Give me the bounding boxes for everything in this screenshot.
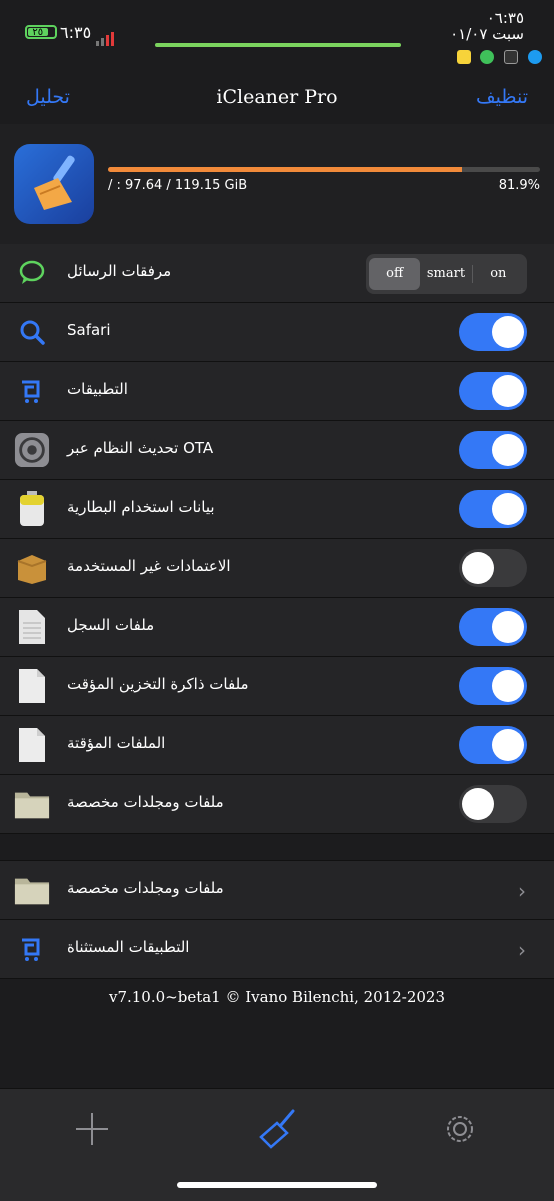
row-label: تحديث النظام عبر OTA — [67, 439, 214, 457]
cart-icon — [14, 931, 50, 967]
segment-smart[interactable]: smart — [420, 258, 471, 290]
row-label: الاعتمادات غير المستخدمة — [67, 557, 231, 575]
snapchat-icon — [456, 50, 471, 64]
list-item-log-files: ملفات السجل — [0, 598, 554, 657]
row-label: الملفات المؤقتة — [67, 734, 166, 752]
cleaning-options-list: مرفقات الرسائل off smart on Safari التطب… — [0, 244, 554, 834]
segment-off[interactable]: off — [369, 258, 421, 290]
cache-toggle[interactable] — [459, 667, 527, 705]
app-icon — [14, 144, 94, 224]
gear-icon — [447, 1116, 473, 1142]
list-item-battery-usage: بيانات استخدام البطارية — [0, 480, 554, 539]
list-item-cache-files: ملفات ذاكرة التخزين المؤقت — [0, 657, 554, 716]
row-label: ملفات ومجلدات مخصصة — [67, 879, 224, 897]
status-time-left: ٦:٣٥ — [60, 23, 92, 42]
folder-icon — [14, 786, 50, 822]
chevron-right-icon: › — [518, 879, 526, 903]
battery-icon: ٢٥ — [25, 25, 57, 39]
row-label: ملفات السجل — [67, 616, 155, 634]
home-indicator — [177, 1182, 377, 1188]
list-item-custom-files-config[interactable]: ملفات ومجلدات مخصصة › — [0, 861, 554, 920]
attachments-mode-segmented[interactable]: off smart on — [366, 254, 527, 294]
row-label: ملفات ومجلدات مخصصة — [67, 793, 224, 811]
list-item-excluded-apps[interactable]: التطبيقات المستثناة › — [0, 920, 554, 979]
list-item-safari: Safari — [0, 303, 554, 362]
storage-progress-fill — [108, 167, 462, 172]
tab-add[interactable] — [62, 1099, 122, 1159]
apps-toggle[interactable] — [459, 372, 527, 410]
clean-button[interactable]: تنظيف — [476, 86, 528, 108]
custom-files-toggle[interactable] — [459, 785, 527, 823]
tiktok-icon — [504, 50, 519, 64]
storage-summary: / : 97.64 / 119.15 GiB 81.9% — [0, 124, 554, 245]
plus-icon — [76, 1113, 108, 1145]
nav-bar: تحليل iCleaner Pro تنظيف — [0, 74, 554, 125]
row-label: التطبيقات — [67, 380, 128, 398]
battery-level: ٢٥ — [28, 28, 48, 38]
safari-toggle[interactable] — [459, 313, 527, 351]
segment-on[interactable]: on — [473, 258, 524, 290]
storage-progress-bar — [108, 167, 540, 172]
settings-gear-icon — [14, 432, 50, 468]
broom-icon — [34, 155, 75, 210]
row-label: مرفقات الرسائل — [67, 262, 172, 280]
whatsapp-icon — [480, 50, 495, 64]
package-icon — [14, 550, 50, 586]
configuration-list: ملفات ومجلدات مخصصة › التطبيقات المستثنا… — [0, 860, 554, 979]
blank-document-icon — [14, 727, 50, 763]
list-item-custom-files: ملفات ومجلدات مخصصة — [0, 775, 554, 834]
twitter-icon — [528, 50, 542, 64]
storage-percent: 81.9% — [498, 178, 540, 193]
dependencies-toggle[interactable] — [459, 549, 527, 587]
list-item-temp-files: الملفات المؤقتة — [0, 716, 554, 775]
list-item-message-attachments: مرفقات الرسائل off smart on — [0, 244, 554, 303]
log-files-toggle[interactable] — [459, 608, 527, 646]
list-item-unused-dependencies: الاعتمادات غير المستخدمة — [0, 539, 554, 598]
row-label: بيانات استخدام البطارية — [67, 498, 215, 516]
list-item-apps: التطبيقات — [0, 362, 554, 421]
status-bar: ٢٥ ٦:٣٥ ٠٦:٣٥ سبت ٠١/٠٧ — [0, 0, 554, 74]
blank-document-icon — [14, 668, 50, 704]
search-icon — [14, 314, 50, 350]
ota-toggle[interactable] — [459, 431, 527, 469]
status-progress — [155, 43, 401, 47]
status-time: ٠٦:٣٥ — [486, 9, 524, 27]
tab-settings[interactable] — [430, 1099, 490, 1159]
chevron-right-icon: › — [518, 938, 526, 962]
page-title: iCleaner Pro — [216, 86, 338, 108]
list-item-ota-update: تحديث النظام عبر OTA — [0, 421, 554, 480]
cart-icon — [14, 373, 50, 409]
row-label: Safari — [67, 321, 111, 339]
storage-usage-text: / : 97.64 / 119.15 GiB — [108, 178, 248, 193]
folder-icon — [14, 872, 50, 908]
battery-cell-icon — [14, 491, 50, 527]
battery-data-toggle[interactable] — [459, 490, 527, 528]
temp-files-toggle[interactable] — [459, 726, 527, 764]
message-icon — [14, 255, 50, 291]
tab-clean[interactable] — [247, 1099, 307, 1159]
status-time-right: ٠٦:٣٥ سبت ٠١/٠٧ — [450, 10, 524, 42]
broom-icon — [259, 1109, 295, 1149]
document-icon — [14, 609, 50, 645]
row-label: ملفات ذاكرة التخزين المؤقت — [67, 675, 249, 693]
signal-icon — [96, 27, 116, 46]
status-date: سبت ٠١/٠٧ — [450, 25, 524, 43]
row-label: التطبيقات المستثناة — [67, 938, 190, 956]
notification-icons — [451, 50, 542, 67]
version-footer: v7.10.0~beta1 © Ivano Bilenchi, 2012-202… — [108, 988, 446, 1006]
